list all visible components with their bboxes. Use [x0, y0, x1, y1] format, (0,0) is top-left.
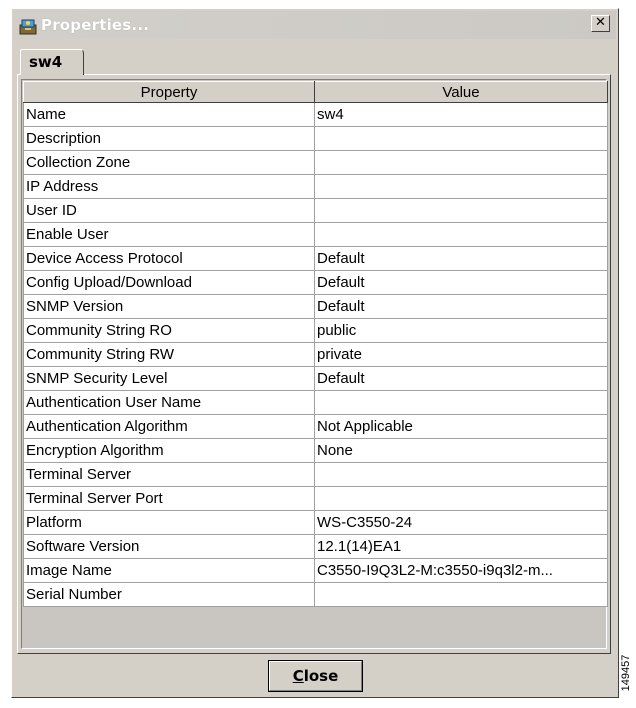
- close-button-label: lose: [303, 667, 339, 685]
- property-value-cell[interactable]: C3550-I9Q3L2-M:c3550-i9q3l2-m...: [314, 558, 608, 583]
- properties-app-icon: [19, 19, 37, 35]
- close-icon[interactable]: ✕: [591, 15, 610, 32]
- close-button-mnemonic: C: [292, 667, 304, 685]
- property-value-cell[interactable]: None: [314, 438, 608, 463]
- figure-id-text: 149457: [620, 654, 632, 692]
- table-row[interactable]: Collection Zone: [23, 150, 608, 175]
- property-value-cell[interactable]: [314, 198, 608, 223]
- property-name-cell[interactable]: Authentication User Name: [23, 390, 315, 415]
- table-row[interactable]: Terminal Server Port: [23, 486, 608, 511]
- property-name-cell[interactable]: Encryption Algorithm: [23, 438, 315, 463]
- property-name-cell[interactable]: Authentication Algorithm: [23, 414, 315, 439]
- table-row[interactable]: Device Access Protocol Default: [23, 246, 608, 271]
- property-value-cell[interactable]: public: [314, 318, 608, 343]
- table-row[interactable]: Terminal Server: [23, 462, 608, 487]
- property-name-cell[interactable]: Terminal Server Port: [23, 486, 315, 511]
- close-button[interactable]: Close: [268, 660, 363, 692]
- property-name-cell[interactable]: Software Version: [23, 534, 315, 559]
- table-row[interactable]: Authentication User Name: [23, 390, 608, 415]
- property-value-cell[interactable]: [314, 150, 608, 175]
- property-value-cell[interactable]: [314, 174, 608, 199]
- property-name-cell[interactable]: Name: [23, 102, 315, 127]
- table-row[interactable]: Serial Number: [23, 582, 608, 607]
- table-row[interactable]: SNMP Version Default: [23, 294, 608, 319]
- tab-sw4[interactable]: sw4: [20, 49, 84, 75]
- table-row[interactable]: Community String RO public: [23, 318, 608, 343]
- property-value-cell[interactable]: private: [314, 342, 608, 367]
- property-name-cell[interactable]: SNMP Version: [23, 294, 315, 319]
- column-header-property[interactable]: Property: [23, 81, 315, 103]
- property-value-cell[interactable]: Not Applicable: [314, 414, 608, 439]
- property-name-cell[interactable]: SNMP Security Level: [23, 366, 315, 391]
- property-name-cell[interactable]: Image Name: [23, 558, 315, 583]
- property-name-cell[interactable]: Serial Number: [23, 582, 315, 607]
- property-value-cell[interactable]: [314, 222, 608, 247]
- property-value-cell[interactable]: Default: [314, 270, 608, 295]
- property-name-cell[interactable]: Description: [23, 126, 315, 151]
- property-value-cell[interactable]: [314, 462, 608, 487]
- table-row[interactable]: Image Name C3550-I9Q3L2-M:c3550-i9q3l2-m.…: [23, 558, 608, 583]
- title-bar[interactable]: Properties... ✕: [14, 11, 616, 39]
- table-row[interactable]: Description: [23, 126, 608, 151]
- property-name-cell[interactable]: Platform: [23, 510, 315, 535]
- table-row[interactable]: Name sw4: [23, 102, 608, 127]
- table-row[interactable]: Encryption Algorithm None: [23, 438, 608, 463]
- property-name-cell[interactable]: Community String RW: [23, 342, 315, 367]
- table-row[interactable]: Authentication Algorithm Not Applicable: [23, 414, 608, 439]
- properties-dialog: Properties... ✕ sw4 Property Value Name s…: [11, 8, 619, 698]
- table-body: Name sw4 Description Collection Zone IP Addr…: [23, 102, 608, 607]
- table-header-row: Property Value: [23, 81, 608, 103]
- table-row[interactable]: Config Upload/Download Default: [23, 270, 608, 295]
- table-row[interactable]: SNMP Security Level Default: [23, 366, 608, 391]
- window-title: Properties...: [41, 16, 150, 34]
- property-name-cell[interactable]: Config Upload/Download: [23, 270, 315, 295]
- table-row[interactable]: IP Address: [23, 174, 608, 199]
- property-name-cell[interactable]: Collection Zone: [23, 150, 315, 175]
- property-value-cell[interactable]: Default: [314, 246, 608, 271]
- property-name-cell[interactable]: User ID: [23, 198, 315, 223]
- property-name-cell[interactable]: Enable User: [23, 222, 315, 247]
- property-name-cell[interactable]: IP Address: [23, 174, 315, 199]
- properties-table-container[interactable]: Property Value Name sw4 Description Collect…: [21, 79, 608, 649]
- properties-table: Property Value Name sw4 Description Collect…: [23, 81, 608, 607]
- property-value-cell[interactable]: Default: [314, 294, 608, 319]
- column-header-value[interactable]: Value: [314, 81, 608, 103]
- table-row[interactable]: Enable User: [23, 222, 608, 247]
- property-value-cell[interactable]: sw4: [314, 102, 608, 127]
- property-name-cell[interactable]: Community String RO: [23, 318, 315, 343]
- property-name-cell[interactable]: Terminal Server: [23, 462, 315, 487]
- figure-id-label: 149457: [619, 640, 633, 706]
- property-value-cell[interactable]: 12.1(14)EA1: [314, 534, 608, 559]
- property-value-cell[interactable]: [314, 126, 608, 151]
- tab-panel: Property Value Name sw4 Description Collect…: [17, 74, 611, 654]
- tab-label: sw4: [29, 53, 63, 71]
- table-row[interactable]: Community String RW private: [23, 342, 608, 367]
- property-value-cell[interactable]: [314, 486, 608, 511]
- table-row[interactable]: Platform WS-C3550-24: [23, 510, 608, 535]
- property-value-cell[interactable]: [314, 390, 608, 415]
- table-row[interactable]: User ID: [23, 198, 608, 223]
- property-value-cell[interactable]: WS-C3550-24: [314, 510, 608, 535]
- table-row[interactable]: Software Version 12.1(14)EA1: [23, 534, 608, 559]
- property-value-cell[interactable]: [314, 582, 608, 607]
- button-bar: Close: [17, 659, 611, 693]
- property-name-cell[interactable]: Device Access Protocol: [23, 246, 315, 271]
- property-value-cell[interactable]: Default: [314, 366, 608, 391]
